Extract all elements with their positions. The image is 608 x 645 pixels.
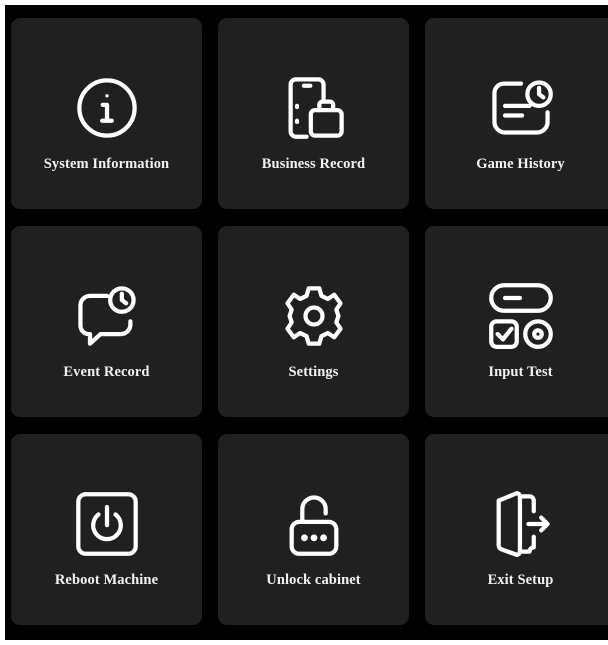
tile-label: Event Record bbox=[63, 364, 150, 380]
tile-label: Unlock cabinet bbox=[266, 572, 361, 588]
tile-label: Reboot Machine bbox=[54, 572, 159, 588]
exit-setup-tile[interactable]: Exit Setup bbox=[425, 434, 608, 625]
document-clock-icon bbox=[487, 74, 555, 142]
system-information-tile[interactable]: System Information bbox=[11, 18, 202, 209]
gear-icon bbox=[280, 282, 348, 350]
business-record-tile[interactable]: Business Record bbox=[218, 18, 409, 209]
unlocked-padlock-icon bbox=[280, 490, 348, 558]
chat-clock-icon bbox=[73, 282, 141, 350]
info-circle-icon bbox=[73, 74, 141, 142]
input-test-tile[interactable]: Input Test bbox=[425, 226, 608, 417]
reboot-machine-tile[interactable]: Reboot Machine bbox=[11, 434, 202, 625]
tile-label: Game History bbox=[476, 156, 565, 172]
tile-label: Business Record bbox=[261, 156, 366, 172]
tile-label: Exit Setup bbox=[487, 572, 554, 588]
power-icon bbox=[73, 490, 141, 558]
tile-label: Input Test bbox=[488, 364, 553, 380]
unlock-cabinet-tile[interactable]: Unlock cabinet bbox=[218, 434, 409, 625]
game-history-tile[interactable]: Game History bbox=[425, 18, 608, 209]
toggle-controls-icon bbox=[487, 282, 555, 350]
phone-briefcase-icon bbox=[280, 74, 348, 142]
setup-menu-panel: System Information Business Record Game … bbox=[5, 5, 608, 640]
exit-door-icon bbox=[487, 490, 555, 558]
settings-tile[interactable]: Settings bbox=[218, 226, 409, 417]
tile-label: System Information bbox=[43, 156, 170, 172]
tile-label: Settings bbox=[288, 364, 339, 380]
event-record-tile[interactable]: Event Record bbox=[11, 226, 202, 417]
